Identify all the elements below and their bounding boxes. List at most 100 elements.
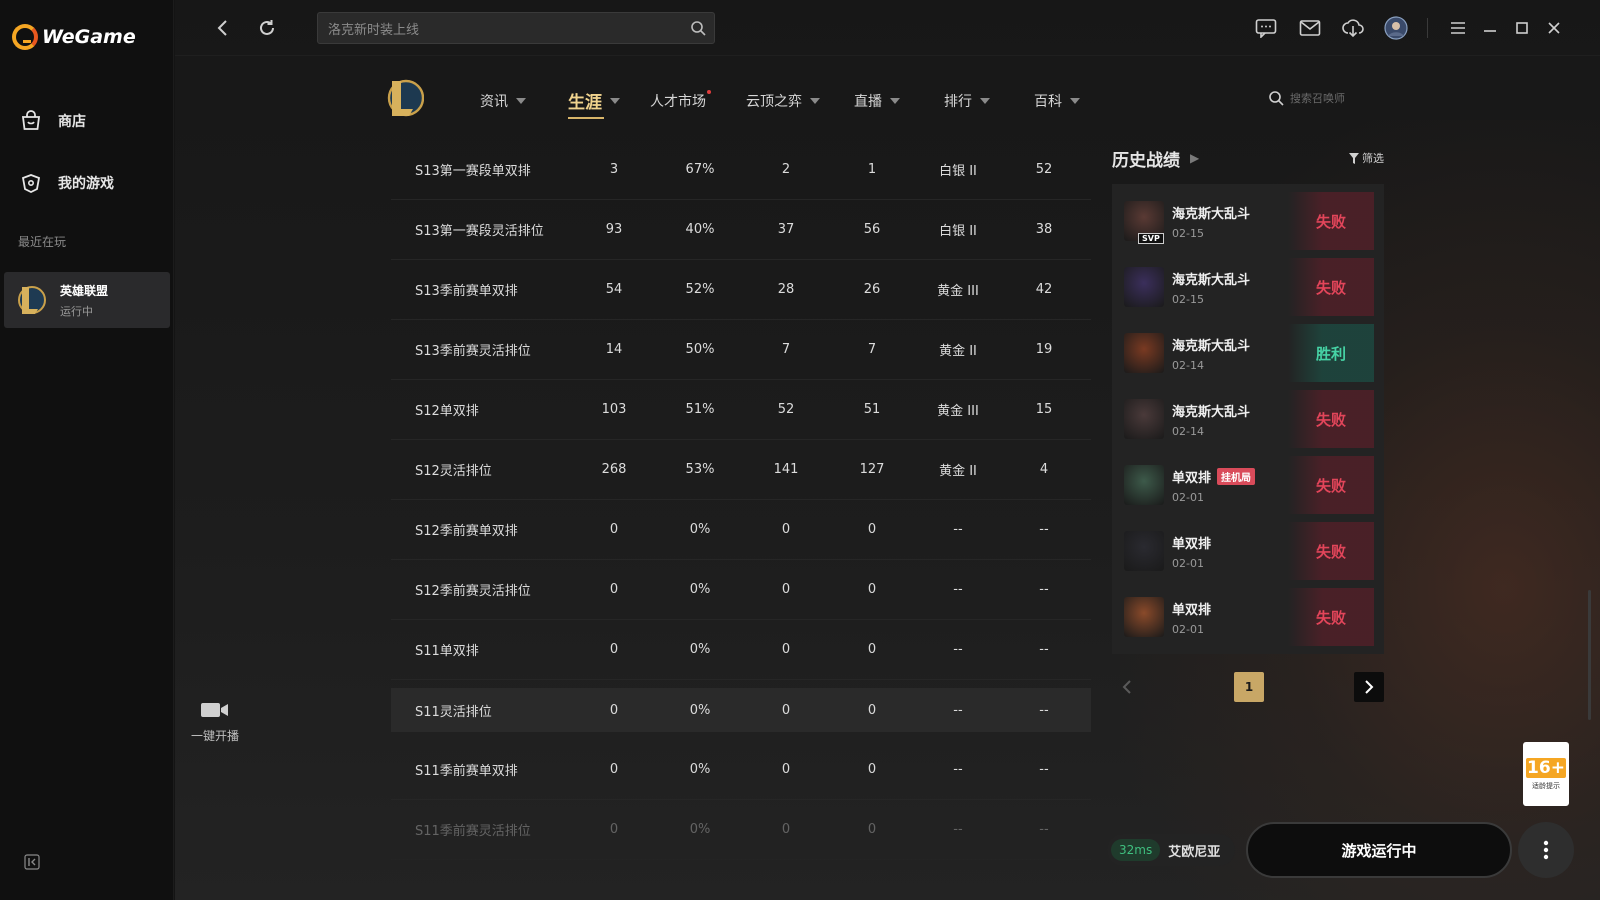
page-number-current[interactable]: 1 bbox=[1234, 672, 1264, 702]
nav-tab-career[interactable]: 生涯 bbox=[568, 88, 650, 119]
nav-tab-live[interactable]: 直播 bbox=[854, 88, 944, 113]
user-avatar-button[interactable] bbox=[1383, 16, 1409, 40]
nav-tab-talent-market[interactable]: 人才市场 bbox=[650, 88, 746, 113]
table-row[interactable]: S12季前赛灵活排位 0 0% 0 0 -- -- bbox=[391, 560, 1091, 620]
cell-tier: 白银 II bbox=[939, 164, 977, 179]
match-item[interactable]: SVP 海克斯大乱斗 02-15 失败 bbox=[1124, 192, 1374, 250]
history-pagination: 1 bbox=[1112, 672, 1384, 702]
table-row[interactable]: S11单双排 0 0% 0 0 -- -- bbox=[391, 620, 1091, 680]
champion-avatar bbox=[1124, 597, 1164, 637]
server-selector[interactable]: 32ms 艾欧尼亚 bbox=[1107, 834, 1235, 866]
table-row[interactable]: S13季前赛灵活排位 14 50% 7 7 黄金 II 19 bbox=[391, 320, 1091, 380]
table-row[interactable]: S13第一赛段灵活排位 93 40% 37 56 白银 II 38 bbox=[391, 200, 1091, 260]
one-click-stream-button[interactable]: 一键开播 bbox=[188, 700, 242, 744]
match-item[interactable]: 单双排 挂机局 02-01 失败 bbox=[1124, 456, 1374, 514]
page-scrollbar[interactable] bbox=[1588, 590, 1591, 720]
champion-avatar bbox=[1124, 267, 1164, 307]
mail-button[interactable] bbox=[1297, 16, 1323, 40]
cell-points: -- bbox=[1039, 762, 1049, 777]
cell-games: 0 bbox=[609, 642, 619, 657]
match-date: 02-01 bbox=[1172, 490, 1204, 504]
cell-winrate: 53% bbox=[685, 462, 715, 477]
sidebar: WeGame 商店 我的游戏 最近在玩 英雄联盟 运行中 bbox=[0, 0, 174, 900]
match-item[interactable]: 海克斯大乱斗 02-14 胜利 bbox=[1124, 324, 1374, 382]
nav-tab-news[interactable]: 资讯 bbox=[480, 88, 568, 113]
cell-winrate: 0% bbox=[689, 822, 711, 837]
chat-button[interactable] bbox=[1253, 16, 1279, 40]
cell-winrate: 40% bbox=[685, 222, 715, 237]
chevron-left-icon bbox=[217, 20, 227, 36]
recent-game-name: 英雄联盟 bbox=[60, 283, 109, 298]
download-button[interactable] bbox=[1340, 16, 1366, 40]
match-date: 02-14 bbox=[1172, 424, 1204, 438]
collapse-icon bbox=[24, 854, 40, 870]
store-search-input[interactable]: 洛克新时装上线 bbox=[317, 12, 715, 44]
summoner-search-input[interactable]: 搜索召唤师 bbox=[1268, 90, 1345, 106]
cell-wins: 0 bbox=[781, 762, 791, 777]
match-date: 02-15 bbox=[1172, 292, 1204, 306]
cell-losses: 0 bbox=[867, 642, 877, 657]
cell-points: 52 bbox=[1035, 162, 1053, 177]
table-row[interactable]: S12季前赛单双排 0 0% 0 0 -- -- bbox=[391, 500, 1091, 560]
season-queue-name: S11单双排 bbox=[415, 644, 479, 659]
match-date: 02-01 bbox=[1172, 622, 1204, 636]
table-row[interactable]: S13季前赛单双排 54 52% 28 26 黄金 III 42 bbox=[391, 260, 1091, 320]
maximize-button[interactable] bbox=[1509, 16, 1535, 40]
brand-name: WeGame bbox=[42, 26, 136, 48]
sidebar-item-shop[interactable]: 商店 bbox=[18, 108, 86, 134]
match-history-title[interactable]: 历史战绩 ▶ bbox=[1112, 146, 1199, 171]
lol-logo[interactable] bbox=[384, 76, 424, 120]
game-running-button[interactable]: 游戏运行中 bbox=[1246, 822, 1512, 878]
table-row[interactable]: S12单双排 103 51% 52 51 黄金 III 15 bbox=[391, 380, 1091, 440]
cell-points: -- bbox=[1039, 522, 1049, 537]
caret-down-icon bbox=[516, 97, 526, 104]
collapse-sidebar-button[interactable] bbox=[24, 854, 42, 872]
next-page-button[interactable] bbox=[1354, 672, 1384, 702]
champion-avatar bbox=[1124, 333, 1164, 373]
wegame-logo[interactable]: WeGame bbox=[12, 24, 136, 50]
wegame-logo-icon bbox=[12, 24, 38, 50]
cell-points: -- bbox=[1039, 702, 1049, 718]
season-queue-name: S11季前赛单双排 bbox=[415, 764, 518, 779]
refresh-button[interactable] bbox=[255, 16, 279, 40]
prev-page-button[interactable] bbox=[1112, 672, 1142, 702]
cell-wins: 7 bbox=[781, 342, 791, 357]
cell-losses: 26 bbox=[863, 282, 881, 297]
avatar bbox=[1384, 16, 1408, 40]
match-mode: 海克斯大乱斗 bbox=[1172, 338, 1251, 354]
match-item[interactable]: 海克斯大乱斗 02-14 失败 bbox=[1124, 390, 1374, 448]
cell-points: 15 bbox=[1035, 402, 1053, 417]
more-options-button[interactable] bbox=[1518, 822, 1574, 878]
table-row[interactable]: S11灵活排位 0 0% 0 0 -- -- bbox=[391, 688, 1091, 732]
sidebar-item-my-games[interactable]: 我的游戏 bbox=[18, 170, 114, 196]
cell-tier: 黄金 III bbox=[937, 284, 979, 299]
match-item[interactable]: 单双排 02-01 失败 bbox=[1124, 522, 1374, 580]
table-row[interactable]: S13第一赛段单双排 3 67% 2 1 白银 II 52 bbox=[391, 140, 1091, 200]
cell-winrate: 67% bbox=[685, 162, 715, 177]
table-row[interactable]: S12灵活排位 268 53% 141 127 黄金 II 4 bbox=[391, 440, 1091, 500]
match-date: 02-14 bbox=[1172, 358, 1204, 372]
nav-tab-wiki[interactable]: 百科 bbox=[1034, 88, 1104, 113]
minimize-button[interactable] bbox=[1477, 16, 1503, 40]
match-item[interactable]: 海克斯大乱斗 02-15 失败 bbox=[1124, 258, 1374, 316]
back-button[interactable] bbox=[211, 16, 235, 40]
nav-tab-tft[interactable]: 云顶之弈 bbox=[746, 88, 854, 113]
match-mode: 海克斯大乱斗 bbox=[1172, 272, 1251, 288]
table-row[interactable]: S11季前赛灵活排位 0 0% 0 0 -- -- bbox=[391, 800, 1091, 860]
table-row[interactable]: S11季前赛单双排 0 0% 0 0 -- -- bbox=[391, 740, 1091, 800]
match-result: 失败 bbox=[1288, 192, 1374, 250]
minimize-icon bbox=[1484, 30, 1496, 32]
cell-games: 103 bbox=[601, 402, 627, 417]
nav-tab-ranking[interactable]: 排行 bbox=[944, 88, 1034, 113]
match-item[interactable]: 单双排 02-01 失败 bbox=[1124, 588, 1374, 646]
match-result: 胜利 bbox=[1288, 324, 1374, 382]
game-nav: 资讯 生涯 人才市场 云顶之弈 直播 排行 百科 bbox=[480, 88, 1104, 119]
recent-game-lol[interactable]: 英雄联盟 运行中 bbox=[4, 272, 170, 328]
cell-winrate: 0% bbox=[689, 582, 711, 597]
search-icon[interactable] bbox=[690, 20, 706, 40]
cell-games: 0 bbox=[609, 522, 619, 537]
filter-button[interactable]: 筛选 bbox=[1349, 150, 1384, 166]
menu-button[interactable] bbox=[1445, 16, 1471, 40]
download-icon bbox=[1342, 19, 1364, 38]
close-button[interactable] bbox=[1541, 16, 1567, 40]
